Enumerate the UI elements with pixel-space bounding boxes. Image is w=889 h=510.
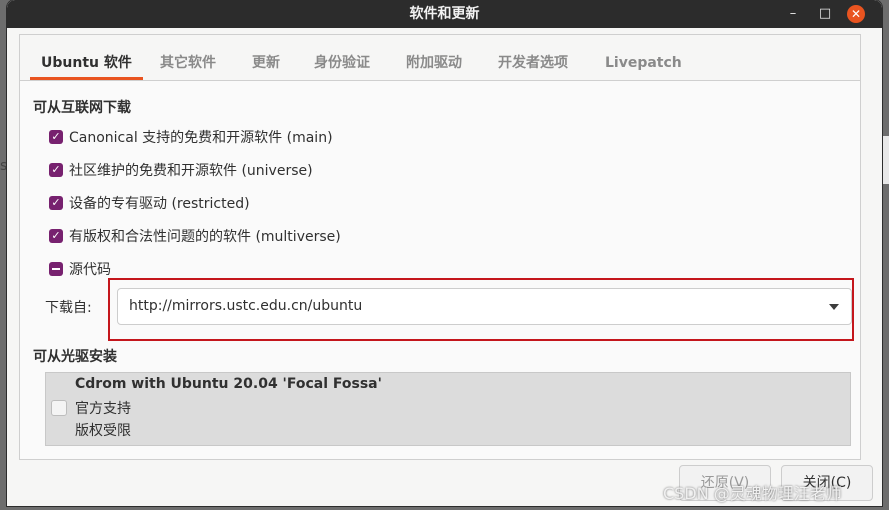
tab-livepatch[interactable]: Livepatch [605,35,682,80]
source-main-checkbox[interactable]: ✓ Canonical 支持的免费和开源软件 (main) [49,127,333,147]
maximize-icon[interactable]: □ [815,4,835,24]
checkbox-label: 设备的专有驱动 (restricted) [69,196,250,212]
tab-label: Livepatch [605,55,682,71]
checkbox-checked-icon: ✓ [49,196,63,210]
cdrom-checkbox[interactable] [51,400,67,416]
source-universe-checkbox[interactable]: ✓ 社区维护的免费和开源软件 (universe) [49,160,313,180]
tab-label: 附加驱动 [406,55,462,71]
title-bar: 软件和更新 – □ ✕ [7,0,882,28]
tab-label: 开发者选项 [498,55,568,71]
tab-label: 身份验证 [314,55,370,71]
tab-additional-drivers[interactable]: 附加驱动 [406,35,462,80]
cdrom-list: Cdrom with Ubuntu 20.04 'Focal Fossa' 官方… [45,372,851,446]
highlight-annotation-box [108,278,854,341]
tab-notebook: Ubuntu 软件 其它软件 更新 身份验证 附加驱动 开发者选项 Livepa… [19,34,861,460]
internet-section-heading: 可从互联网下载 [33,100,131,116]
minimize-icon[interactable]: – [783,4,803,24]
csdn-watermark: CSDN @灵魂物理汪老师 [663,484,842,503]
tab-label: 更新 [252,55,280,71]
window-title: 软件和更新 [409,6,480,22]
tab-developer-options[interactable]: 开发者选项 [498,35,568,80]
checkbox-label: 源代码 [69,262,111,278]
checkbox-checked-icon: ✓ [49,130,63,144]
source-restricted-checkbox[interactable]: ✓ 设备的专有驱动 (restricted) [49,193,250,213]
tab-ubuntu-software[interactable]: Ubuntu 软件 [30,35,143,80]
source-code-checkbox[interactable]: 源代码 [49,259,111,279]
cdrom-section-heading: 可从光驱安装 [33,349,117,365]
tab-label: Ubuntu 软件 [41,55,132,71]
source-multiverse-checkbox[interactable]: ✓ 有版权和合法性问题的的软件 (multiverse) [49,226,341,246]
tab-other-software[interactable]: 其它软件 [160,35,216,80]
cdrom-line-official: 官方支持 [75,401,131,417]
checkbox-label: 社区维护的免费和开源软件 (universe) [69,163,313,179]
cdrom-line-restricted: 版权受限 [75,423,131,439]
checkbox-checked-icon: ✓ [49,163,63,177]
tab-updates[interactable]: 更新 [252,35,280,80]
tab-authentication[interactable]: 身份验证 [314,35,370,80]
download-from-label: 下载自: [45,300,92,316]
cdrom-title: Cdrom with Ubuntu 20.04 'Focal Fossa' [75,376,382,392]
software-updates-window: 软件和更新 – □ ✕ Ubuntu 软件 其它软件 更新 身份验证 附加驱动 … [7,0,882,506]
tab-bar: Ubuntu 软件 其它软件 更新 身份验证 附加驱动 开发者选项 Livepa… [20,35,860,81]
tab-label: 其它软件 [160,55,216,71]
close-icon[interactable]: ✕ [847,5,865,23]
active-tab-indicator [30,77,143,80]
checkbox-label: 有版权和合法性问题的的软件 (multiverse) [69,229,341,245]
checkbox-label: Canonical 支持的免费和开源软件 (main) [69,130,333,146]
checkbox-mixed-icon [49,262,63,276]
checkbox-checked-icon: ✓ [49,229,63,243]
